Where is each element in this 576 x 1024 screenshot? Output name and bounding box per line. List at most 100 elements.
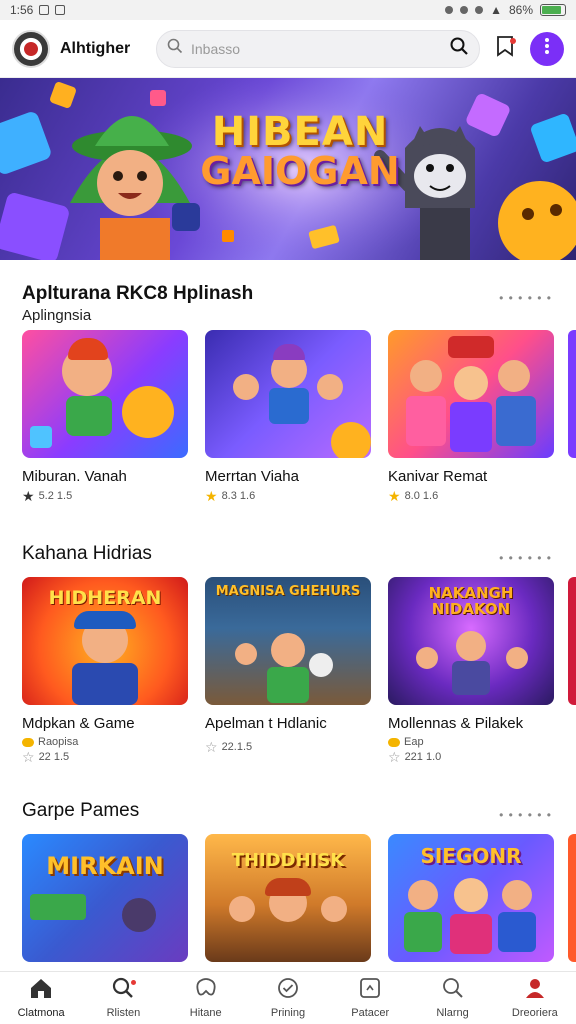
search-submit-icon[interactable] — [449, 36, 469, 61]
hero-title-line2: GAIOGAN — [200, 149, 400, 193]
star-icon: ★ — [22, 488, 35, 504]
game-rating: ☆ 22 1.5 — [22, 750, 188, 764]
next-card-peek[interactable] — [568, 577, 576, 705]
nav-item-profile[interactable]: Dreoriera — [494, 972, 576, 1024]
game-card[interactable]: Kanivar Remat ★ 8.0 1.6 — [388, 330, 554, 503]
game-card[interactable]: MAGNISA GHEHURS Apelman t Hdlanic ☆ 22.1… — [205, 577, 371, 764]
section-header: Aplturana RKC8 Hplinash Aplingnsia • • •… — [0, 283, 576, 324]
section-more-button[interactable]: • • • • • • — [499, 808, 552, 822]
section-more-button[interactable]: • • • • • • — [499, 291, 552, 305]
thumb-title: HIDHERAN — [48, 587, 162, 609]
search-icon — [441, 977, 465, 1004]
top-bar: Alhtigher — [0, 20, 576, 78]
nav-label: Patacer — [351, 1007, 390, 1019]
section-more-button[interactable]: • • • • • • — [499, 551, 552, 565]
battery-percent: 86% — [508, 3, 533, 17]
game-title: Merrtan Viaha — [205, 468, 299, 485]
thumb-title: MIRKAIN — [46, 852, 164, 880]
section-header: Kahana Hidrias • • • • • • — [0, 543, 576, 569]
thumb-title: SIEGONR — [420, 844, 522, 868]
vibrate-icon — [445, 6, 454, 14]
game-thumbnail: SIEGONR — [388, 834, 554, 962]
nav-label: Nlarng — [436, 1007, 469, 1019]
thumb-title: NAKANGH NIDAKON — [428, 584, 514, 618]
nav-item-nlarng[interactable]: Nlarng — [411, 972, 493, 1024]
rating-value: 8.3 1.6 — [221, 490, 256, 502]
nav-item-home[interactable]: Clatmona — [0, 972, 82, 1024]
nav-label: Clatmona — [17, 1007, 65, 1019]
app-logo[interactable] — [12, 29, 50, 68]
game-card[interactable]: SIEGONR — [388, 834, 554, 962]
wifi-icon: ▲ — [490, 3, 502, 17]
tag-value: Eap — [404, 736, 424, 748]
status-bar: 1:56 ▲ 86% — [0, 0, 576, 20]
game-rating: ★ 8.0 1.6 — [388, 489, 554, 503]
section-title: Garpe Pames — [22, 800, 140, 821]
game-tag: Raopisa — [22, 736, 188, 748]
section-title: Aplturana RKC8 Hplinash — [22, 283, 254, 304]
game-card[interactable]: HIDHERAN Mdpkan & Game Raopisa ☆ 22 1.5 — [22, 577, 188, 764]
game-thumbnail: NAKANGH NIDAKON — [388, 577, 554, 705]
section-hidrias: Kahana Hidrias • • • • • • HIDHERAN Mdpk… — [0, 543, 576, 793]
notification-icon — [55, 5, 66, 15]
check-circle-icon — [276, 977, 300, 1004]
more-vert-icon — [544, 37, 550, 60]
section-garpe-pames: Garpe Pames • • • • • • MIRKAIN THIDDHIS… — [0, 800, 576, 971]
nav-item-games[interactable]: Hitane — [165, 972, 247, 1024]
tag-value: Raopisa — [38, 736, 79, 748]
game-title: Kanivar Remat — [388, 468, 488, 485]
tag-icon — [22, 737, 34, 747]
apps-icon — [358, 977, 382, 1004]
nav-label: Rlisten — [106, 1007, 141, 1019]
game-thumbnail: HIDHERAN — [22, 577, 188, 705]
nav-item-search[interactable]: Rlisten — [82, 972, 164, 1024]
nav-label: Hitane — [189, 1007, 222, 1019]
rating-value: 8.0 1.6 — [404, 490, 439, 502]
search-input[interactable] — [191, 40, 441, 57]
game-title: Mollennas & Pilakek — [388, 715, 524, 732]
game-card[interactable]: Miburan. Vanah ★ 5.2 1.5 — [22, 330, 188, 503]
rating-value: 5.2 1.5 — [38, 490, 73, 502]
bottom-navigation: Clatmona Rlisten Hitane Prining Patacer … — [0, 971, 576, 1024]
hero-title: HIBEAN GAIOGAN — [200, 112, 400, 190]
rating-value: 22 1.5 — [38, 751, 70, 763]
profile-icon — [523, 977, 547, 1004]
game-title: Miburan. Vanah — [22, 468, 127, 485]
game-card[interactable]: Merrtan Viaha ★ 8.3 1.6 — [205, 330, 371, 503]
section-subtitle: Aplingnsia — [22, 307, 92, 324]
search-icon — [167, 38, 183, 59]
star-icon: ★ — [388, 488, 401, 504]
section-header: Garpe Pames • • • • • • — [0, 800, 576, 826]
search-bar[interactable] — [156, 29, 480, 68]
more-menu-button[interactable] — [530, 31, 564, 66]
game-thumbnail — [205, 330, 371, 458]
thumb-title: THIDDHISK — [231, 850, 345, 871]
tag-icon — [388, 737, 400, 747]
game-title: Mdpkan & Game — [22, 715, 135, 732]
game-title: Apelman t Hdlanic — [205, 715, 327, 732]
hero-banner[interactable]: HIBEAN GAIOGAN — [0, 78, 576, 260]
nav-item-prining[interactable]: Prining — [247, 972, 329, 1024]
nav-label: Prining — [270, 1007, 306, 1019]
status-time: 1:56 — [10, 3, 34, 17]
rating-value: 221 1.0 — [404, 751, 442, 763]
game-thumbnail: MAGNISA GHEHURS — [205, 577, 371, 705]
bookmark-button[interactable] — [490, 34, 520, 64]
card-row: Miburan. Vanah ★ 5.2 1.5 Merrtan Viaha ★… — [22, 330, 554, 503]
next-card-peek[interactable] — [568, 330, 576, 458]
hero-title-line1: HIBEAN — [211, 109, 389, 155]
game-thumbnail — [388, 330, 554, 458]
game-card[interactable]: NAKANGH NIDAKON Mollennas & Pilakek Eap … — [388, 577, 554, 764]
game-thumbnail — [22, 330, 188, 458]
card-row: MIRKAIN THIDDHISK SIEGONR — [22, 834, 554, 962]
section-featured: Aplturana RKC8 Hplinash Aplingnsia • • •… — [0, 283, 576, 533]
next-card-peek[interactable] — [568, 834, 576, 962]
nav-item-patacer[interactable]: Patacer — [329, 972, 411, 1024]
game-card[interactable]: MIRKAIN — [22, 834, 188, 962]
game-card[interactable]: THIDDHISK — [205, 834, 371, 962]
games-icon — [194, 977, 218, 1004]
rating-value: 22.1.5 — [221, 741, 253, 753]
alarm-icon — [475, 6, 484, 14]
game-thumbnail: MIRKAIN — [22, 834, 188, 962]
home-icon — [29, 977, 53, 1004]
